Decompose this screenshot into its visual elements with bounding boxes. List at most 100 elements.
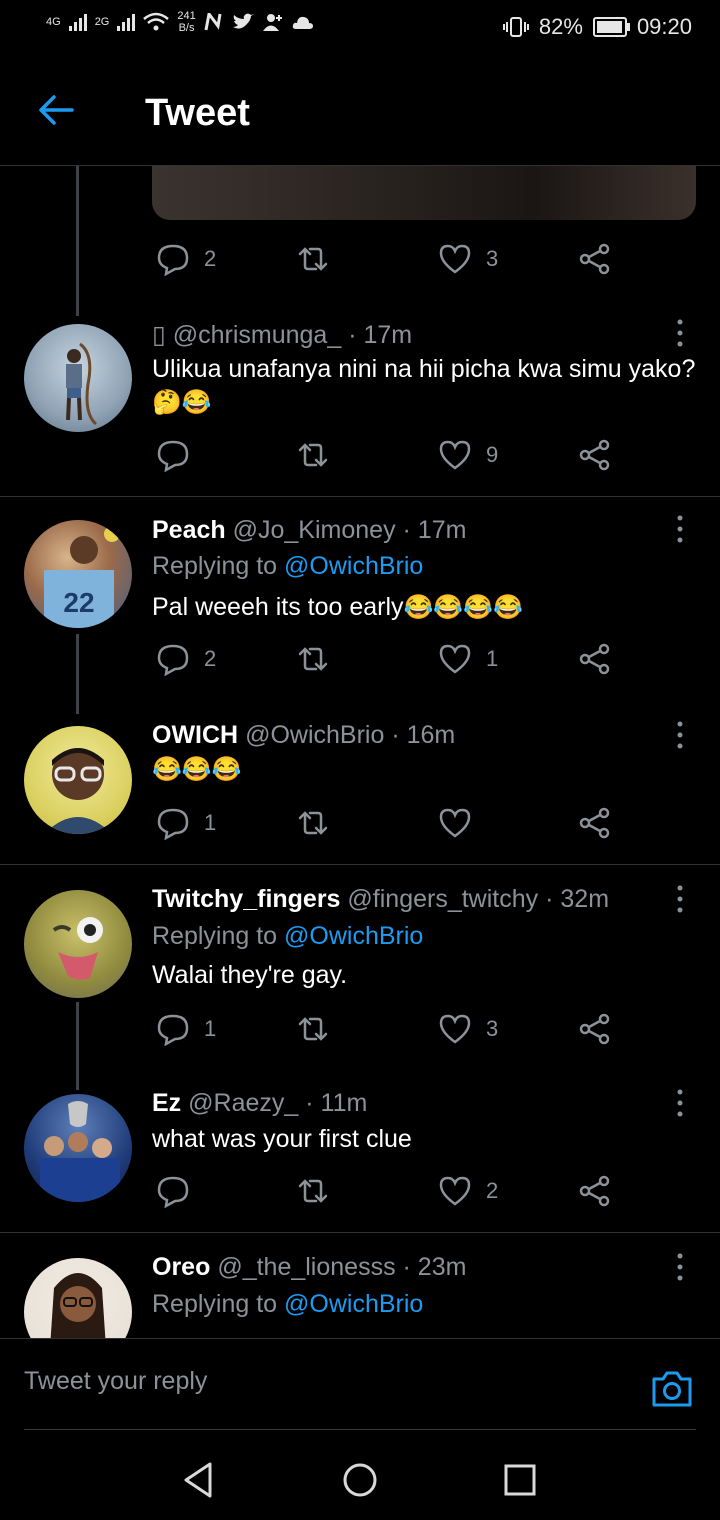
tweet-actions: 2 1	[152, 642, 622, 682]
more-vertical-icon[interactable]	[668, 1088, 692, 1118]
retweet-button[interactable]	[296, 1012, 330, 1046]
tweet-time: · 11m	[305, 1089, 368, 1117]
avatar-owich[interactable]	[24, 726, 132, 834]
like-button[interactable]	[438, 806, 486, 840]
tweet-time: · 32m	[545, 885, 610, 913]
reply-button[interactable]	[156, 1174, 204, 1208]
reply-button[interactable]	[156, 438, 204, 472]
more-vertical-icon[interactable]	[668, 514, 692, 544]
share-button[interactable]	[578, 1174, 612, 1208]
avatar-ez[interactable]	[24, 1094, 132, 1202]
reply-count: 2	[204, 246, 217, 271]
share-button[interactable]	[578, 1012, 612, 1046]
more-vertical-icon[interactable]	[668, 1252, 692, 1282]
network-2-label: 2G	[94, 16, 110, 28]
tweet-text: Ulikua unafanya nini na hii picha kwa si…	[152, 352, 702, 420]
user-handle[interactable]: @OwichBrio	[245, 721, 384, 749]
like-button[interactable]: 2	[438, 1174, 498, 1208]
user-handle[interactable]: @fingers_twitchy	[347, 885, 538, 913]
user-display-name[interactable]: Oreo	[152, 1253, 210, 1281]
triangle-back-icon[interactable]	[180, 1460, 220, 1500]
retweet-button[interactable]	[296, 642, 330, 676]
tweet-emoji: 🤔😂	[152, 389, 212, 416]
clock: 09:20	[636, 14, 692, 39]
like-button[interactable]: 3	[438, 242, 498, 276]
user-handle[interactable]: @chrismunga_	[173, 321, 342, 349]
more-vertical-icon[interactable]	[668, 720, 692, 750]
replying-handle-link[interactable]: @OwichBrio	[284, 552, 423, 580]
square-recent-icon[interactable]	[500, 1460, 540, 1500]
like-button[interactable]: 9	[438, 438, 498, 472]
status-left: 4G 2G 241 B/s	[46, 10, 314, 34]
tweet-text: Pal weeeh its too early😂😂😂😂	[152, 590, 702, 625]
battery-percent: 82%	[538, 14, 583, 39]
replying-handle-link[interactable]: @OwichBrio	[284, 922, 423, 950]
like-count: 9	[486, 442, 499, 467]
retweet-button[interactable]	[296, 1174, 330, 1208]
user-display-name[interactable]: Twitchy_fingers	[152, 885, 340, 913]
more-vertical-icon[interactable]	[668, 318, 692, 348]
user-display-name[interactable]: Peach	[152, 516, 226, 544]
reply-button[interactable]: 1	[156, 1012, 216, 1046]
divider	[0, 1232, 720, 1233]
user-display-name[interactable]: Ez	[152, 1089, 181, 1117]
reply-button[interactable]: 1	[156, 806, 216, 840]
user-handle[interactable]: @Raezy_	[188, 1089, 298, 1117]
reply-button[interactable]: 2	[156, 242, 216, 276]
share-button[interactable]	[578, 242, 612, 276]
reply-button[interactable]: 2	[156, 642, 216, 676]
tweet-header: ▯ @chrismunga_ · 17m	[152, 320, 412, 350]
more-vertical-icon[interactable]	[668, 884, 692, 914]
replying-label: Replying to	[152, 552, 278, 580]
svg-text:22: 22	[63, 587, 94, 618]
circle-home-icon[interactable]	[340, 1460, 380, 1500]
app-header: Tweet	[0, 56, 720, 166]
retweet-icon	[298, 443, 328, 467]
data-rate: 241 B/s	[177, 10, 195, 34]
tweet-time: · 17m	[402, 516, 467, 544]
retweet-icon	[298, 647, 328, 671]
avatar-twitchy-fingers[interactable]	[24, 890, 132, 998]
user-handle[interactable]: @_the_lionesss	[217, 1253, 395, 1281]
tweet-header: Oreo @_the_lionesss · 23m	[152, 1253, 466, 1282]
retweet-button[interactable]	[296, 242, 330, 276]
retweet-button[interactable]	[296, 438, 330, 472]
divider	[0, 496, 720, 497]
arrow-left-icon[interactable]	[36, 90, 76, 130]
tweet-actions: 9	[152, 438, 622, 478]
comment-icon	[157, 244, 189, 276]
page-title: Tweet	[145, 92, 250, 134]
camera-icon[interactable]	[650, 1369, 694, 1409]
tweet-header: Peach @Jo_Kimoney · 17m	[152, 516, 466, 545]
reply-count: 2	[204, 646, 217, 671]
avatar-chrismunga[interactable]	[24, 324, 132, 432]
share-button[interactable]	[578, 806, 612, 840]
retweet-icon	[298, 1179, 328, 1203]
like-button[interactable]: 3	[438, 1012, 498, 1046]
reply-input[interactable]	[24, 1367, 584, 1396]
heart-icon	[439, 244, 471, 274]
divider	[0, 864, 720, 865]
user-handle[interactable]: @Jo_Kimoney	[233, 516, 396, 544]
heart-icon	[439, 440, 471, 470]
thread-line	[76, 1002, 79, 1090]
share-button[interactable]	[578, 438, 612, 472]
share-icon	[579, 1013, 610, 1045]
tweet-emoji: 😂😂😂😂	[403, 594, 524, 621]
tweet-feed[interactable]: 2 3 ▯ @chrismunga_ · 17m Ulikua unafanya…	[0, 166, 720, 1338]
avatar-oreo[interactable]	[24, 1258, 132, 1338]
like-button[interactable]: 1	[438, 642, 498, 676]
tweet-text-content: Ulikua unafanya nini na hii picha kwa si…	[152, 355, 696, 383]
thread-line	[76, 634, 79, 714]
avatar-peach[interactable]: 22	[24, 520, 132, 628]
replying-handle-link[interactable]: @OwichBrio	[284, 1290, 423, 1318]
tweet-text: 😂😂😂	[152, 752, 702, 787]
share-button[interactable]	[578, 642, 612, 676]
comment-icon	[157, 1014, 189, 1046]
reply-count: 1	[204, 1016, 217, 1041]
user-display-name[interactable]: OWICH	[152, 721, 238, 749]
signal-2-icon	[117, 13, 136, 31]
cloud-icon	[292, 16, 313, 29]
tweet-media-image[interactable]	[152, 166, 696, 220]
retweet-button[interactable]	[296, 806, 330, 840]
